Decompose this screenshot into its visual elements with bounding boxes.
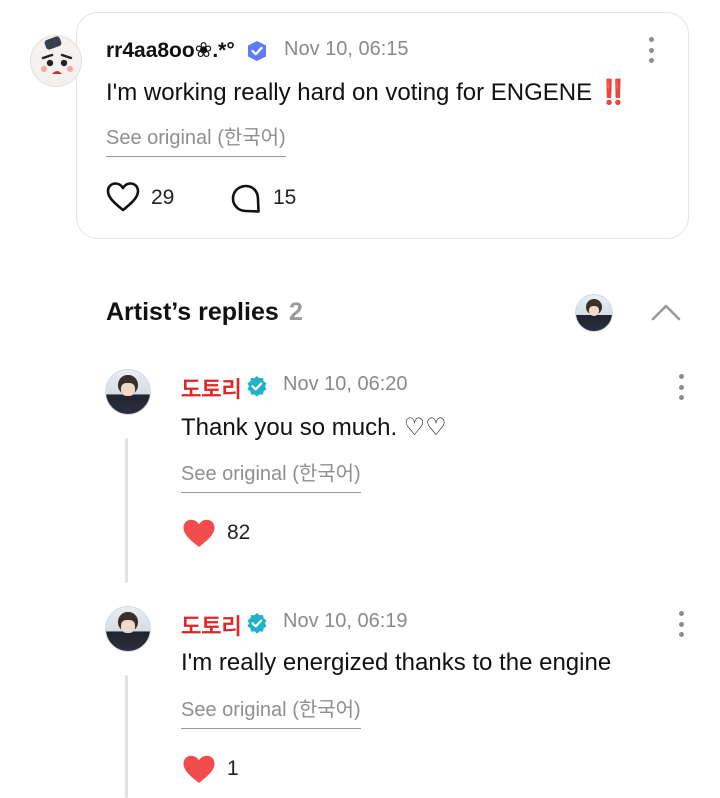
reply-more-menu-icon[interactable] <box>671 374 691 400</box>
verified-badge-icon <box>247 376 267 397</box>
thread-line <box>125 675 128 798</box>
post-like-count: 29 <box>151 186 175 209</box>
original-language-label: (한국어) <box>217 127 286 149</box>
artist-replies-avatar <box>575 294 613 332</box>
see-original-label: See original <box>106 127 212 149</box>
reply-like-count: 82 <box>227 521 251 544</box>
reply-author[interactable]: 도토리 <box>181 372 242 404</box>
chevron-up-icon[interactable] <box>650 302 682 322</box>
speech-bubble-icon[interactable] <box>230 183 262 215</box>
reply-text: Thank you so much. ♡♡ <box>181 414 447 441</box>
verified-badge-icon <box>247 613 267 634</box>
post-text: I'm working really hard on voting for EN… <box>106 79 629 106</box>
reply-more-menu-icon[interactable] <box>671 611 691 637</box>
reply-author[interactable]: 도토리 <box>181 609 242 641</box>
post-timestamp: Nov 10, 06:15 <box>284 38 409 60</box>
post-author[interactable]: rr4aa8oo❀.*° <box>106 38 235 63</box>
user-avatar[interactable] <box>30 35 82 87</box>
artist-replies-title: Artist’s replies <box>106 298 279 326</box>
reply-see-original-link[interactable]: See original (한국어) <box>181 693 361 729</box>
heart-filled-icon[interactable] <box>182 518 216 549</box>
thread-line <box>125 438 128 583</box>
original-language-label: (한국어) <box>292 699 361 721</box>
reply-avatar[interactable] <box>105 606 151 652</box>
reply-like-count: 1 <box>227 757 239 780</box>
artist-replies-count: 2 <box>289 298 303 326</box>
heart-outline-icon[interactable] <box>106 181 140 213</box>
see-original-label: See original <box>181 699 287 721</box>
cartoon-face-icon <box>41 36 73 74</box>
verified-badge-icon <box>248 41 266 61</box>
reply-timestamp: Nov 10, 06:20 <box>283 373 408 395</box>
see-original-label: See original <box>181 463 287 485</box>
original-language-label: (한국어) <box>292 463 361 485</box>
reply-timestamp: Nov 10, 06:19 <box>283 610 408 632</box>
reply-text: I'm really energized thanks to the engin… <box>181 649 612 676</box>
post-comment-count: 15 <box>273 186 297 209</box>
post-more-menu-icon[interactable] <box>641 37 661 63</box>
heart-filled-icon[interactable] <box>182 754 216 785</box>
reply-see-original-link[interactable]: See original (한국어) <box>181 457 361 493</box>
reply-avatar[interactable] <box>105 369 151 415</box>
post-see-original-link[interactable]: See original (한국어) <box>106 121 286 157</box>
